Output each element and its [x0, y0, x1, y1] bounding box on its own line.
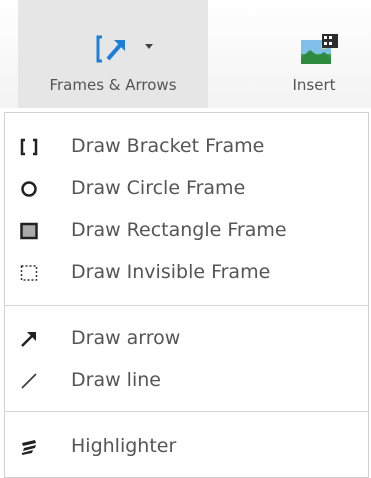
menu-item-label: Highlighter	[71, 435, 177, 457]
menu-item-label: Draw line	[71, 369, 161, 391]
menu-item-label: Draw arrow	[71, 327, 181, 349]
insert-label: Insert	[292, 76, 336, 94]
frames-and-arrows-label: Frames & Arrows	[49, 76, 177, 94]
frames-and-arrows-button[interactable]: Frames & Arrows	[18, 0, 208, 108]
rectangle-frame-icon	[20, 222, 38, 240]
menu-item-draw-arrow[interactable]: Draw arrow	[5, 319, 368, 357]
menu-separator	[5, 411, 368, 412]
bracket-frame-icon	[20, 138, 38, 156]
menu-item-label: Draw Rectangle Frame	[71, 219, 287, 241]
menu-item-label: Draw Invisible Frame	[71, 261, 271, 283]
arrow-icon	[21, 332, 36, 347]
insert-image-icon	[301, 34, 338, 64]
insert-button[interactable]: Insert	[264, 0, 364, 108]
invisible-frame-icon	[20, 265, 38, 281]
menu-item-draw-invisible-frame[interactable]: Draw Invisible Frame	[5, 253, 368, 291]
circle-frame-icon	[21, 181, 37, 197]
menu-separator	[5, 305, 368, 306]
menu-item-draw-circle-frame[interactable]: Draw Circle Frame	[5, 169, 368, 207]
frames-arrows-dropdown-menu: Draw Bracket Frame Draw Circle Frame Dra…	[4, 112, 369, 478]
menu-item-highlighter[interactable]: Highlighter	[5, 427, 368, 465]
menu-item-draw-rectangle-frame[interactable]: Draw Rectangle Frame	[5, 211, 368, 249]
menu-item-draw-line[interactable]: Draw line	[5, 361, 368, 399]
menu-item-label: Draw Circle Frame	[71, 177, 246, 199]
toolbar: Frames & Arrows Insert	[0, 0, 371, 108]
highlighter-icon	[22, 440, 36, 455]
menu-item-draw-bracket-frame[interactable]: Draw Bracket Frame	[5, 127, 368, 165]
frames-arrows-icon	[96, 35, 125, 63]
line-icon	[21, 373, 37, 389]
chevron-down-icon	[145, 44, 153, 49]
menu-item-label: Draw Bracket Frame	[71, 135, 265, 157]
